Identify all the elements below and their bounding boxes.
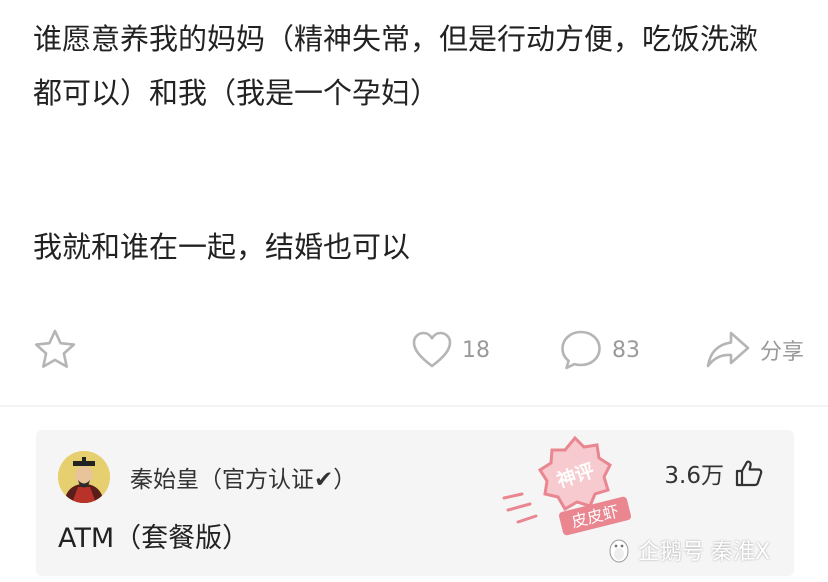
comment-count: 83	[612, 337, 640, 363]
comment-like-button[interactable]: 3.6万	[664, 456, 764, 490]
penguin-icon	[609, 539, 629, 563]
share-button[interactable]: 分享	[704, 318, 804, 382]
heart-icon	[412, 331, 452, 368]
share-arrow-icon	[706, 331, 750, 368]
section-divider	[0, 405, 828, 407]
avatar[interactable]	[58, 451, 110, 503]
post-body: 谁愿意养我的妈妈（精神失常，但是行动方便，吃饭洗漱 都可以）和我（我是一个孕妇）…	[33, 12, 813, 274]
watermark-text: 企鹅号 秦淮X	[638, 540, 771, 565]
like-button[interactable]: 18	[410, 318, 490, 382]
post-line-2: 都可以）和我（我是一个孕妇）	[33, 76, 440, 110]
comment-author[interactable]: 秦始皇（官方认证✔）	[130, 460, 356, 494]
share-label: 分享	[760, 340, 805, 365]
post-line-1: 谁愿意养我的妈妈（精神失常，但是行动方便，吃饭洗漱	[33, 22, 759, 56]
favorite-button[interactable]	[32, 318, 78, 382]
post-line-3: 我就和谁在一起，结婚也可以	[33, 230, 411, 264]
god-comment-stamp: 神评 皮皮虾	[500, 432, 650, 546]
like-count: 18	[462, 337, 490, 363]
comment-text: ATM（套餐版）	[58, 523, 250, 554]
comment-like-count: 3.6万	[664, 463, 724, 489]
watermark: 企鹅号 秦淮X	[606, 534, 770, 566]
action-bar: 18 83 分享	[0, 318, 828, 382]
star-icon	[34, 329, 76, 368]
thumbs-up-icon	[735, 460, 763, 487]
comment-bubble-icon	[561, 330, 601, 370]
post-blank-gap	[33, 120, 813, 220]
comment-button[interactable]: 83	[558, 318, 640, 382]
